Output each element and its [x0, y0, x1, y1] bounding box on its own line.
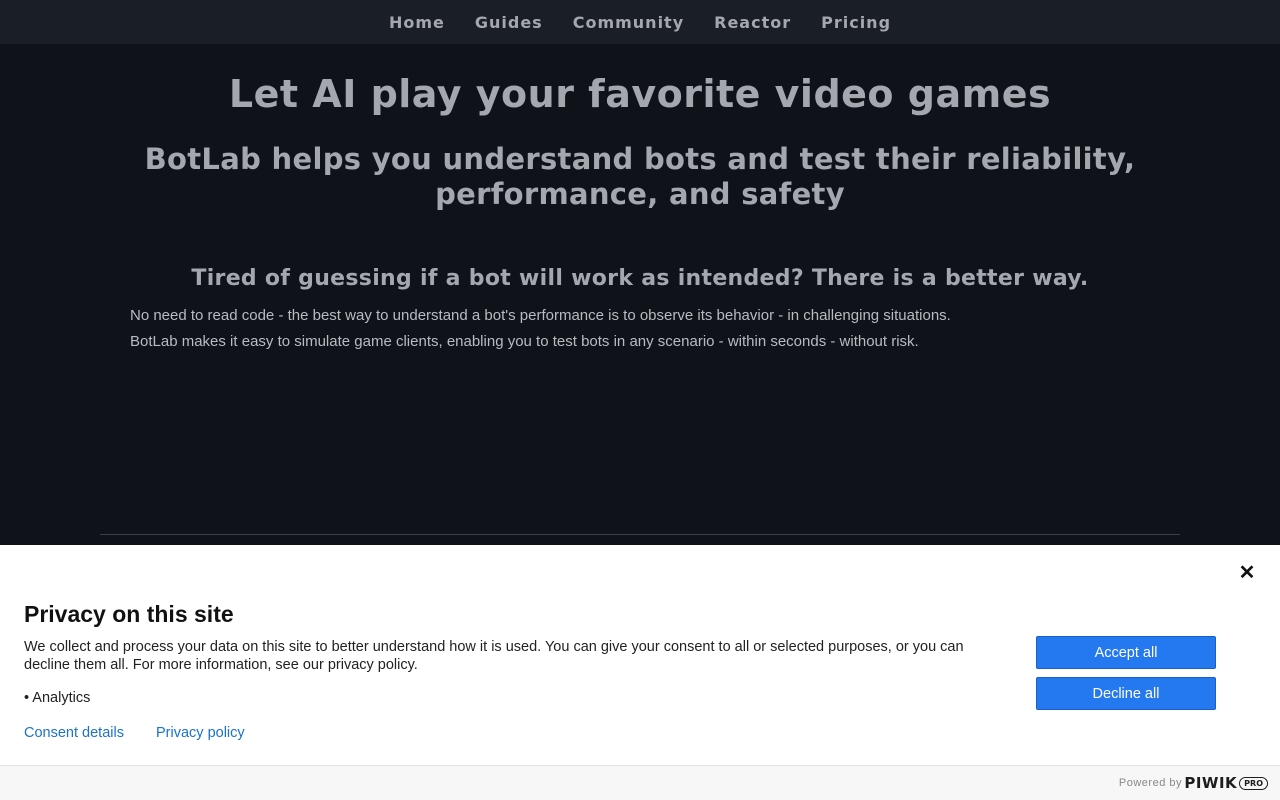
- logo-pro-badge: PRO: [1239, 776, 1268, 790]
- accept-all-button[interactable]: Accept all: [1036, 636, 1216, 669]
- powered-by-label: Powered by: [1118, 777, 1182, 789]
- consent-details-link[interactable]: Consent details: [24, 725, 124, 741]
- logo-wordmark: PIWIK: [1184, 774, 1238, 792]
- page-subheadline: BotLab helps you understand bots and tes…: [144, 142, 1136, 211]
- consent-title: Privacy on this site: [24, 601, 234, 627]
- intro-paragraph-1: No need to read code - the best way to u…: [130, 307, 951, 324]
- nav-reactor[interactable]: Reactor: [714, 13, 791, 32]
- nav-guides[interactable]: Guides: [475, 13, 543, 32]
- nav-community[interactable]: Community: [573, 13, 684, 32]
- page-headline: Let AI play your favorite video games: [228, 72, 1052, 116]
- privacy-policy-link[interactable]: Privacy policy: [156, 725, 245, 741]
- nav-pricing[interactable]: Pricing: [821, 13, 891, 32]
- intro-paragraph-2: BotLab makes it easy to simulate game cl…: [130, 333, 919, 350]
- privacy-consent-banner: ✕ Privacy on this site We collect and pr…: [0, 545, 1280, 800]
- consent-description: We collect and process your data on this…: [24, 639, 964, 673]
- close-icon[interactable]: ✕: [1238, 563, 1256, 583]
- decline-all-button[interactable]: Decline all: [1036, 677, 1216, 710]
- top-navigation: Home Guides Community Reactor Pricing: [0, 0, 1280, 44]
- nav-home[interactable]: Home: [389, 13, 445, 32]
- section-title: Tired of guessing if a bot will work as …: [191, 266, 1089, 291]
- consent-purpose-analytics: • Analytics: [24, 690, 91, 706]
- piwik-pro-logo: PIWIK PRO: [1184, 774, 1268, 792]
- hero-section: Let AI play your favorite video games Bo…: [0, 44, 1280, 545]
- consent-footer: Powered by PIWIK PRO: [0, 765, 1280, 800]
- section-divider: [100, 534, 1180, 535]
